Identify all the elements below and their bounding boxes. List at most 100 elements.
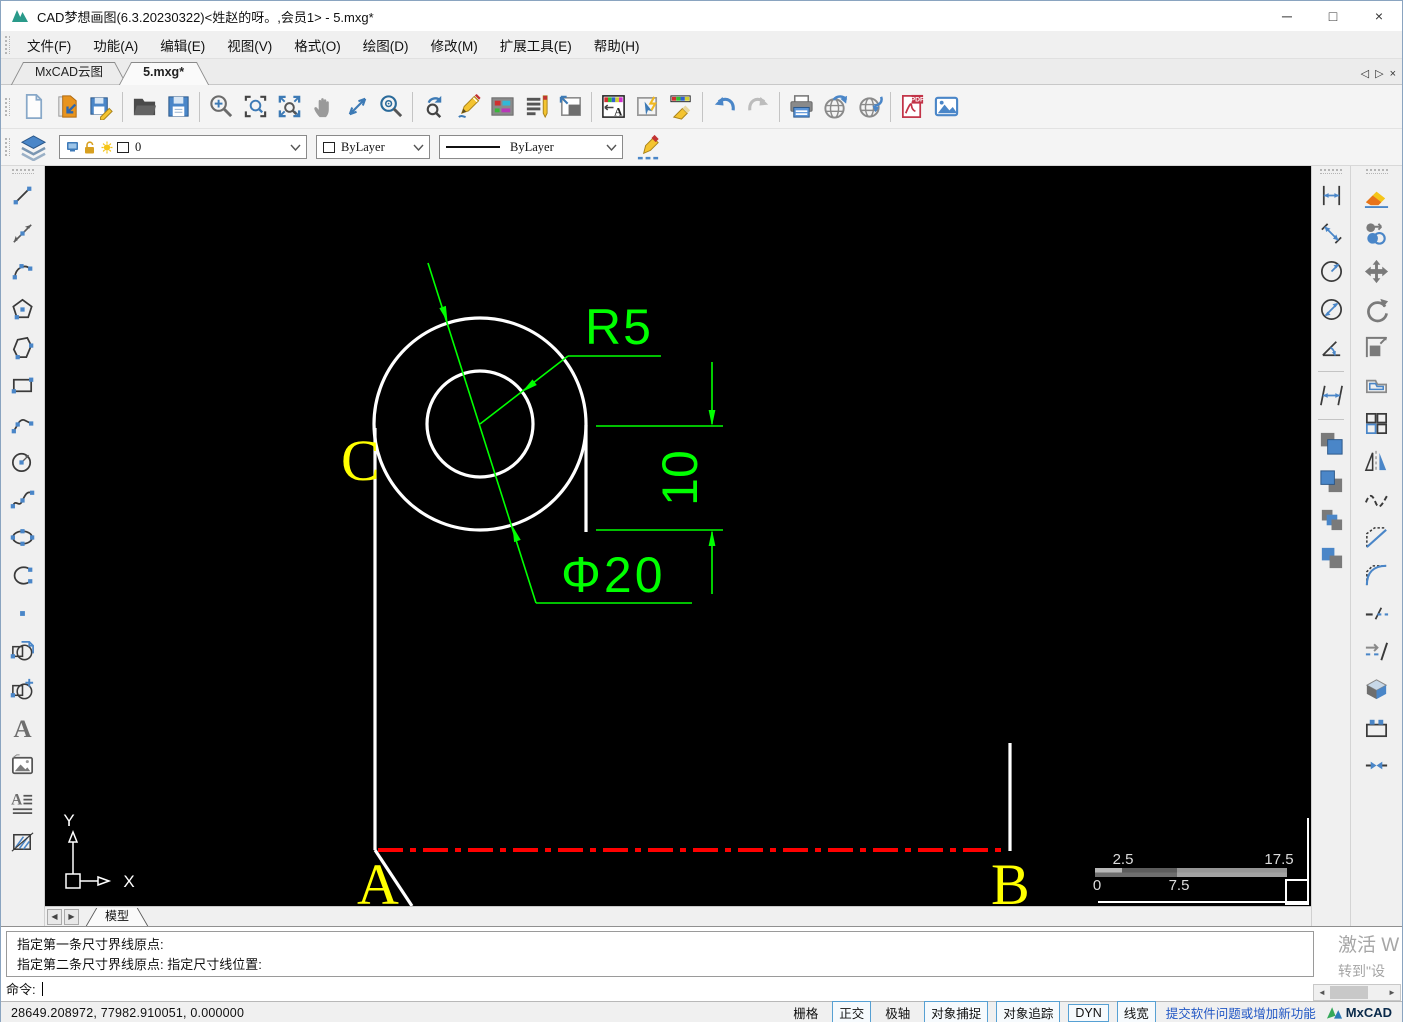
status-toggle-dyn[interactable]: DYN xyxy=(1068,1004,1108,1022)
dim-aligned-button[interactable] xyxy=(1315,217,1347,249)
break-button[interactable] xyxy=(1361,597,1393,629)
export-pdf-button[interactable]: PDF xyxy=(895,90,929,124)
open-drawing-button[interactable] xyxy=(50,90,84,124)
color-combobox[interactable]: ByLayer xyxy=(316,135,430,159)
offset-button[interactable] xyxy=(1361,369,1393,401)
stretch-button[interactable] xyxy=(1361,711,1393,743)
circle-button[interactable] xyxy=(7,445,39,477)
dim-continue-button[interactable] xyxy=(1315,379,1347,411)
quick-select-button[interactable] xyxy=(630,90,664,124)
menu-draw[interactable]: 绘图(D) xyxy=(352,31,420,59)
linetype-combobox[interactable]: ByLayer xyxy=(439,135,623,159)
zoom-window-button[interactable] xyxy=(238,90,272,124)
dim-radius-button[interactable] xyxy=(1315,255,1347,287)
open-folder-button[interactable] xyxy=(127,90,161,124)
join-button[interactable] xyxy=(1361,749,1393,781)
polygon-button[interactable] xyxy=(7,293,39,325)
edit-spline-button[interactable] xyxy=(1361,483,1393,515)
dim-angular-button[interactable] xyxy=(1315,331,1347,363)
send-back-button[interactable] xyxy=(1315,465,1347,497)
pan-button[interactable] xyxy=(306,90,340,124)
scroll-right-icon[interactable]: ► xyxy=(1384,988,1400,997)
zoom-center-button[interactable] xyxy=(374,90,408,124)
box-3d-button[interactable] xyxy=(1361,673,1393,705)
line-button[interactable] xyxy=(7,179,39,211)
scroll-thumb[interactable] xyxy=(1330,986,1368,999)
maximize-button[interactable]: □ xyxy=(1310,1,1356,31)
menu-edit[interactable]: 编辑(E) xyxy=(149,31,216,59)
polyline-button[interactable] xyxy=(7,331,39,363)
point-button[interactable] xyxy=(7,597,39,629)
vertical-dim-text[interactable]: 10 xyxy=(652,450,708,506)
layout-prev-icon[interactable]: ◀ xyxy=(47,909,62,925)
zoom-scale-button[interactable] xyxy=(204,90,238,124)
linetype-edit-button[interactable] xyxy=(631,130,665,164)
document-tab-0[interactable]: MxCAD云图 xyxy=(15,62,123,84)
match-properties-button[interactable] xyxy=(664,90,698,124)
text-button[interactable]: A xyxy=(7,711,39,743)
text-style-button[interactable]: A xyxy=(596,90,630,124)
close-button[interactable]: × xyxy=(1356,1,1402,31)
menu-extended-tools[interactable]: 扩展工具(E) xyxy=(489,31,583,59)
create-block-button[interactable] xyxy=(7,673,39,705)
print-button[interactable] xyxy=(784,90,818,124)
insert-block-button[interactable] xyxy=(7,635,39,667)
menu-modify[interactable]: 修改(M) xyxy=(420,31,489,59)
trim-button[interactable] xyxy=(1361,635,1393,667)
command-prompt[interactable]: 命令: xyxy=(6,979,43,998)
save-as-button[interactable] xyxy=(161,90,195,124)
dim-diameter-button[interactable] xyxy=(1315,293,1347,325)
status-toggle-polar[interactable]: 极轴 xyxy=(879,1002,916,1022)
tab-model[interactable]: 模型 xyxy=(89,908,145,926)
feedback-link[interactable]: 提交软件问题或增加新功能 xyxy=(1166,1003,1316,1022)
status-toggle-otrack[interactable]: 对象追踪 xyxy=(996,1001,1060,1022)
hatch-button[interactable] xyxy=(7,825,39,857)
tab-close-icon[interactable]: × xyxy=(1390,68,1402,84)
text-edit-button[interactable] xyxy=(519,90,553,124)
save-drawing-button[interactable] xyxy=(84,90,118,124)
ellipse-button[interactable] xyxy=(7,521,39,553)
label-c[interactable]: C xyxy=(341,428,380,493)
color-palette-button[interactable] xyxy=(485,90,519,124)
bring-above-button[interactable] xyxy=(1315,503,1347,535)
diameter-dim-text[interactable]: Φ20 xyxy=(561,547,666,603)
layout-next-icon[interactable]: ▶ xyxy=(64,909,79,925)
insert-image-button[interactable] xyxy=(7,749,39,781)
tab-scroll-right-icon[interactable]: ▷ xyxy=(1375,67,1389,84)
rectangle-button[interactable] xyxy=(7,369,39,401)
rotate-button[interactable] xyxy=(1361,293,1393,325)
page-setup-button[interactable] xyxy=(553,90,587,124)
undo-button[interactable] xyxy=(707,90,741,124)
document-tab-1[interactable]: 5.mxg* xyxy=(123,62,204,84)
status-toggle-osnap[interactable]: 对象捕捉 xyxy=(924,1001,988,1022)
zoom-dynamic-button[interactable] xyxy=(340,90,374,124)
menu-file[interactable]: 文件(F) xyxy=(16,31,82,59)
menu-help[interactable]: 帮助(H) xyxy=(583,31,651,59)
drawing-canvas[interactable]: Φ20 R5 10 C A B xyxy=(45,166,1311,906)
status-toggle-grid[interactable]: 栅格 xyxy=(787,1002,824,1022)
copy-button[interactable] xyxy=(1361,217,1393,249)
send-below-button[interactable] xyxy=(1315,541,1347,573)
mtext-button[interactable]: A xyxy=(7,787,39,819)
construction-line-button[interactable] xyxy=(7,217,39,249)
rev-arc-button[interactable] xyxy=(7,559,39,591)
status-toggle-ortho[interactable]: 正交 xyxy=(832,1001,871,1022)
command-history[interactable]: 指定第一条尺寸界线原点: 指定第二条尺寸界线原点: 指定尺寸线位置: xyxy=(6,931,1314,977)
array-button[interactable] xyxy=(1361,407,1393,439)
zoom-extents-button[interactable] xyxy=(272,90,306,124)
fillet-button[interactable] xyxy=(1361,559,1393,591)
dim-linear-button[interactable] xyxy=(1315,179,1347,211)
arc-button[interactable] xyxy=(7,255,39,287)
new-file-button[interactable] xyxy=(16,90,50,124)
menu-view[interactable]: 视图(V) xyxy=(216,31,283,59)
minimize-button[interactable]: ─ xyxy=(1264,1,1310,31)
redo-button[interactable] xyxy=(741,90,775,124)
bring-front-button[interactable] xyxy=(1315,427,1347,459)
layers-button[interactable] xyxy=(16,130,50,164)
menu-format[interactable]: 格式(O) xyxy=(283,31,352,59)
status-toggle-lineweight[interactable]: 线宽 xyxy=(1117,1001,1156,1022)
label-a[interactable]: A xyxy=(357,852,399,906)
zoom-previous-button[interactable] xyxy=(417,90,451,124)
radius-dim-text[interactable]: R5 xyxy=(585,299,653,355)
chamfer-button[interactable] xyxy=(1361,521,1393,553)
